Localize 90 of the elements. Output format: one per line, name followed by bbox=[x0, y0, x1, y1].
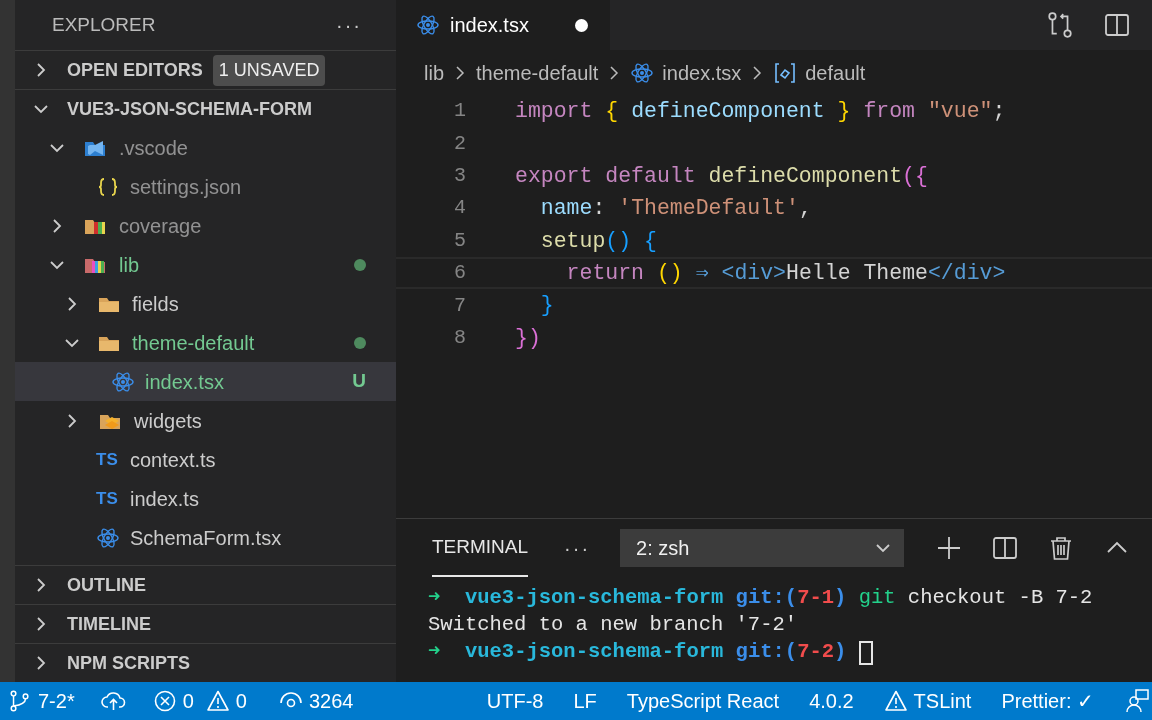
file-name: lib bbox=[119, 252, 140, 278]
file-name: index.tsx bbox=[145, 369, 225, 395]
section-header[interactable]: TIMELINE bbox=[15, 604, 396, 643]
tree-item[interactable]: index.tsx U bbox=[15, 362, 396, 401]
status-item[interactable]: 0 bbox=[205, 686, 247, 716]
warning-icon bbox=[205, 689, 230, 713]
atom-icon bbox=[416, 13, 440, 37]
line-number: 4 bbox=[453, 195, 466, 222]
trash-icon bbox=[1048, 535, 1074, 561]
tree-item[interactable]: .vscode bbox=[15, 128, 396, 167]
tree-item[interactable]: TS index.ts bbox=[15, 479, 396, 518]
branch-icon bbox=[8, 688, 32, 714]
tree-item[interactable]: settings.json bbox=[15, 167, 396, 206]
tree-item[interactable]: lib bbox=[15, 245, 396, 284]
code-line: import { defineComponent } from "vue"; bbox=[515, 98, 1006, 126]
section-header[interactable]: OPEN EDITORS 1 UNSAVED bbox=[15, 50, 396, 89]
file-name: settings.json bbox=[130, 174, 243, 200]
tree-item[interactable]: TS context.ts bbox=[15, 440, 396, 479]
file-type-label: TS bbox=[96, 487, 119, 510]
section-title: TIMELINE bbox=[67, 612, 151, 636]
section-title: OPEN EDITORS bbox=[67, 58, 203, 82]
file-name: index.ts bbox=[130, 486, 200, 512]
file-name: context.ts bbox=[130, 447, 217, 473]
line-number: 1 bbox=[453, 98, 466, 125]
status-item[interactable] bbox=[1124, 688, 1150, 714]
terminal-line: ➜ vue3-json-schema-form git:(7-2) bbox=[428, 639, 848, 666]
split-terminal-icon bbox=[992, 535, 1018, 561]
feedback-icon bbox=[1124, 688, 1150, 714]
file-name: coverage bbox=[119, 213, 203, 239]
terminal-line: ➜ vue3-json-schema-form git:(7-1) git checkout -B 7-2 bbox=[428, 585, 1093, 612]
file-name: SchemaForm.tsx bbox=[130, 525, 283, 551]
line-number: 2 bbox=[453, 130, 466, 157]
status-item[interactable]: UTF-8 bbox=[486, 686, 544, 716]
line-number: 7 bbox=[453, 292, 466, 319]
status-item[interactable]: Prettier: ✓ bbox=[1001, 686, 1094, 716]
line-number: 6 bbox=[453, 260, 466, 287]
tab-label: index.tsx bbox=[450, 13, 529, 38]
split-editor-icon bbox=[1104, 12, 1130, 38]
line-number: 5 bbox=[453, 227, 466, 254]
file-name: theme-default bbox=[132, 330, 256, 356]
code-line: setup() { bbox=[539, 227, 657, 255]
status-item[interactable]: LF bbox=[573, 686, 597, 716]
status-item[interactable]: 7-2* bbox=[8, 686, 75, 716]
status-item[interactable]: TypeScript React bbox=[626, 686, 780, 716]
code-line: export default defineComponent({ bbox=[515, 162, 928, 190]
code-line: } bbox=[539, 292, 554, 320]
breadcrumb-item[interactable]: theme-default bbox=[476, 57, 599, 88]
breadcrumb-item[interactable]: lib bbox=[424, 57, 444, 88]
status-item[interactable]: 4.0.2 bbox=[809, 686, 854, 716]
terminal-tab[interactable]: TERMINAL bbox=[432, 518, 529, 578]
status-item[interactable]: TSLint bbox=[883, 686, 972, 716]
unsaved-count-badge: 1 UNSAVED bbox=[212, 54, 326, 86]
tree-item[interactable]: fields bbox=[15, 284, 396, 323]
file-name: widgets bbox=[134, 408, 203, 434]
code-line: return () ⇒ <div>Helle Theme</div> bbox=[565, 260, 1006, 288]
tree-item[interactable]: theme-default bbox=[15, 323, 396, 362]
plus-icon bbox=[936, 535, 962, 561]
error-icon bbox=[152, 689, 177, 713]
compare-changes-icon bbox=[1046, 11, 1074, 39]
editor-tab[interactable]: index.tsx bbox=[396, 0, 610, 50]
code-line: }) bbox=[515, 324, 541, 352]
status-item[interactable]: 3264 bbox=[278, 686, 354, 716]
file-type-label: TS bbox=[96, 448, 119, 471]
section-title: VUE3-JSON-SCHEMA-FORM bbox=[67, 97, 312, 121]
warning-icon bbox=[883, 689, 908, 713]
file-name: fields bbox=[132, 291, 180, 317]
explorer-title: EXPLORER bbox=[52, 12, 156, 37]
atom-icon bbox=[111, 369, 135, 394]
section-header[interactable]: OUTLINE bbox=[15, 565, 396, 604]
tree-item[interactable]: widgets bbox=[15, 401, 396, 440]
terminal-line: Switched to a new branch '7-2' bbox=[428, 612, 798, 639]
section-title: NPM SCRIPTS bbox=[67, 651, 190, 675]
section-title: OUTLINE bbox=[67, 573, 146, 597]
breadcrumb-item[interactable]: default bbox=[773, 57, 866, 88]
line-number: 8 bbox=[453, 324, 466, 351]
tree-item[interactable]: SchemaForm.tsx bbox=[15, 518, 396, 557]
tree-item[interactable]: coverage bbox=[15, 206, 396, 245]
line-number: 3 bbox=[453, 162, 466, 189]
file-name: .vscode bbox=[119, 135, 189, 161]
terminal-dropdown[interactable]: 2: zsh bbox=[620, 529, 905, 567]
atom-icon bbox=[630, 60, 655, 85]
status-item[interactable]: 0 bbox=[152, 686, 194, 716]
section-header[interactable]: VUE3-JSON-SCHEMA-FORM bbox=[15, 89, 396, 128]
atom-icon bbox=[96, 525, 120, 550]
git-status-label: U bbox=[352, 369, 366, 394]
more-actions-button[interactable]: ··· bbox=[336, 10, 362, 40]
more-actions-button[interactable]: ··· bbox=[564, 533, 591, 563]
bracketed-symbol-icon bbox=[773, 60, 798, 85]
breadcrumb-item[interactable]: index.tsx bbox=[630, 57, 742, 88]
code-line: name: 'ThemeDefault', bbox=[539, 195, 812, 223]
